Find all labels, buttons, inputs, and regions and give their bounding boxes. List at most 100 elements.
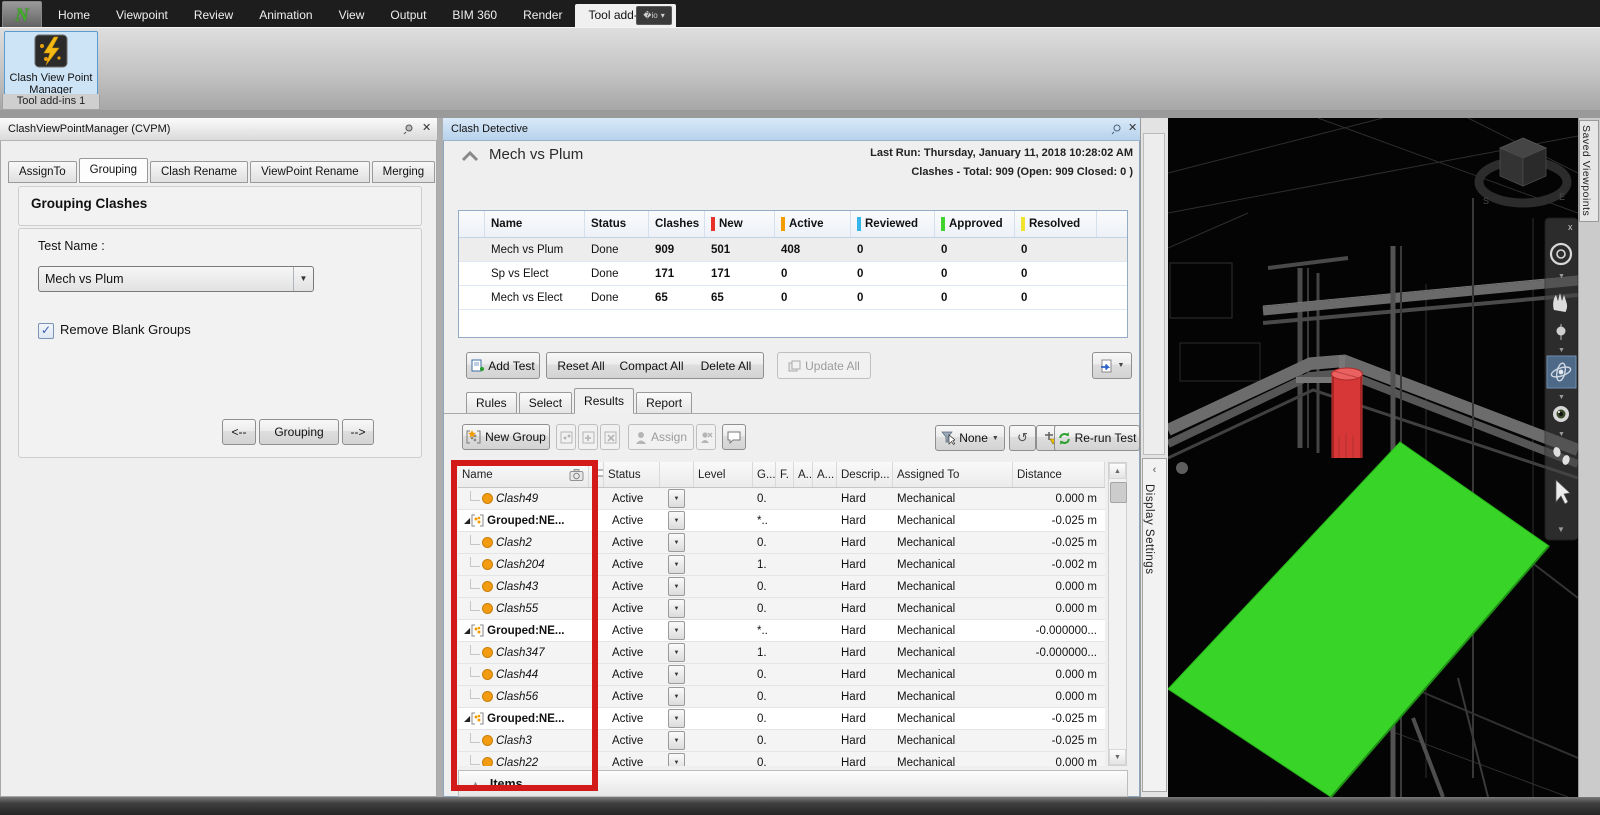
results-clash-row[interactable]: Clash56 Active ▼ 0. Hard Mechanical 0.000 m	[458, 686, 1105, 708]
close-icon[interactable]: x	[1568, 222, 1573, 232]
results-col-status[interactable]: Status	[604, 462, 660, 487]
ribbon-tab-render[interactable]: Render	[510, 4, 575, 27]
ribbon-tab-output[interactable]: Output	[377, 4, 439, 27]
results-col-level[interactable]: Level	[694, 462, 753, 487]
results-clash-row[interactable]: Clash43 Active ▼ 0. Hard Mechanical 0.000 m	[458, 576, 1105, 598]
cvpm-tab-merging[interactable]: Merging	[371, 161, 436, 183]
results-clash-row[interactable]: Clash204 Active ▼ 1. Hard Mechanical -0.002 m	[458, 554, 1105, 576]
rerun-test-button[interactable]: Re-run Test	[1054, 425, 1140, 451]
compact-all-button[interactable]: Compact All	[613, 352, 691, 379]
results-group-row[interactable]: ◢ Grouped:NE... Active ▼ *.. Hard Mechanical -0…	[458, 510, 1105, 532]
summary-col-reviewed[interactable]: Reviewed	[851, 211, 935, 237]
results-clash-row[interactable]: Clash3 Active ▼ 0. Hard Mechanical -0.025 m	[458, 730, 1105, 752]
results-clash-row[interactable]: Clash347 Active ▼ 1. Hard Mechanical -0.000000…	[458, 642, 1105, 664]
status-dropdown-button[interactable]: ▼	[668, 555, 685, 574]
cvpm-tab-viewpoint-rename[interactable]: ViewPoint Rename	[250, 161, 370, 183]
results-group-row[interactable]: ◢ Grouped:NE... Active ▼ 0. Hard Mechanical -0.…	[458, 708, 1105, 730]
results-clash-row[interactable]: Clash49 Active ▼ 0. Hard Mechanical 0.000 m	[458, 488, 1105, 510]
summary-col-active[interactable]: Active	[775, 211, 851, 237]
tree-expanded-icon[interactable]: ◢	[464, 714, 470, 723]
display-settings-tab[interactable]: ‹ Display Settings	[1142, 458, 1167, 792]
status-dropdown-button[interactable]: ▼	[668, 709, 685, 728]
cd-tab-report[interactable]: Report	[636, 392, 693, 414]
summary-row[interactable]: Mech vs Elect Done 65 65 0 0 0 0	[459, 286, 1127, 310]
clash-cylinder[interactable]	[1331, 367, 1363, 458]
export-report-button[interactable]: ▼	[1092, 352, 1132, 379]
collapse-chevron-icon[interactable]	[461, 150, 479, 162]
new-group-button[interactable]: New Group	[462, 424, 550, 450]
summary-col-name[interactable]: Name	[485, 211, 585, 237]
tree-expanded-icon[interactable]: ◢	[464, 626, 470, 635]
results-col-f[interactable]: F.	[776, 462, 794, 487]
reset-all-button[interactable]: Reset All	[546, 352, 616, 379]
ribbon-tab-bim-360[interactable]: BIM 360	[439, 4, 510, 27]
saved-viewpoints-tab[interactable]: Saved Viewpoints	[1579, 120, 1599, 222]
orbit-icon[interactable]	[1546, 355, 1577, 389]
summary-row[interactable]: Mech vs Plum Done 909 501 408 0 0 0	[459, 238, 1127, 262]
status-dropdown-button[interactable]: ▼	[668, 731, 685, 750]
ribbon-collapse-button[interactable]: �io ▾	[636, 6, 672, 25]
summary-col-approved[interactable]: Approved	[935, 211, 1015, 237]
scrollbar-thumb[interactable]	[1110, 482, 1127, 503]
application-menu-button[interactable]: N	[2, 1, 42, 30]
pin-icon[interactable]	[1111, 124, 1122, 135]
clash-view-point-manager-button[interactable]: Clash View Point Manager	[4, 31, 98, 96]
close-icon[interactable]: ✕	[422, 123, 431, 134]
scroll-down-icon[interactable]: ▼	[1109, 749, 1126, 765]
status-dropdown-button[interactable]: ▼	[668, 753, 685, 766]
test-name-dropdown[interactable]: Mech vs Plum ▼	[38, 266, 314, 292]
3d-viewport[interactable]: S E x ▼ ▼ ▼ ▼ ▼	[1168, 118, 1578, 797]
results-col-asgn[interactable]: Assigned To	[893, 462, 1013, 487]
results-clash-row[interactable]: Clash2 Active ▼ 0. Hard Mechanical -0.025 m	[458, 532, 1105, 554]
summary-col-resolved[interactable]: Resolved	[1015, 211, 1097, 237]
items-section-bar[interactable]: ▲ Items	[458, 770, 1128, 797]
add-comment-button[interactable]	[722, 424, 746, 450]
results-col-name[interactable]: Name	[458, 462, 589, 487]
back-button[interactable]: <--	[222, 419, 256, 445]
cd-tab-rules[interactable]: Rules	[466, 392, 517, 414]
pin-icon[interactable]	[403, 124, 414, 135]
results-scrollbar[interactable]: ▲ ▼	[1108, 462, 1127, 766]
results-col-sbtn[interactable]	[660, 462, 694, 487]
status-dropdown-button[interactable]: ▼	[668, 577, 685, 596]
navigation-toolbar[interactable]: x ▼ ▼ ▼ ▼ ▼	[1544, 217, 1578, 541]
cvpm-tab-clash-rename[interactable]: Clash Rename	[149, 161, 249, 183]
status-dropdown-button[interactable]: ▼	[668, 621, 685, 640]
tree-expanded-icon[interactable]: ◢	[464, 516, 470, 525]
clash-detective-titlebar[interactable]: Clash Detective ✕	[443, 118, 1140, 141]
look-around-eye-icon[interactable]	[1553, 406, 1569, 422]
filter-dropdown[interactable]: None ▼	[935, 425, 1005, 451]
status-dropdown-button[interactable]: ▼	[668, 643, 685, 662]
cvpm-tab-grouping[interactable]: Grouping	[78, 158, 148, 183]
results-col-desc[interactable]: Descrip...	[837, 462, 893, 487]
forward-button[interactable]: -->	[342, 419, 374, 445]
status-dropdown-button[interactable]: ▼	[668, 687, 685, 706]
results-clash-row[interactable]: Clash44 Active ▼ 0. Hard Mechanical 0.000 m	[458, 664, 1105, 686]
remove-blank-groups-checkbox[interactable]: ✓	[38, 323, 54, 339]
summary-col-clashes[interactable]: Clashes	[649, 211, 705, 237]
status-dropdown-button[interactable]: ▼	[668, 665, 685, 684]
results-clash-row[interactable]: Clash22 Active ▼ 0. Hard Mechanical 0.000 m	[458, 752, 1105, 766]
results-col-g[interactable]: G...	[753, 462, 776, 487]
results-col-dist[interactable]: Distance	[1013, 462, 1105, 487]
cvpm-panel-titlebar[interactable]: ClashViewPointManager (CVPM) ✕	[0, 118, 437, 141]
results-clash-row[interactable]: Clash55 Active ▼ 0. Hard Mechanical 0.000 m	[458, 598, 1105, 620]
summary-row[interactable]: Sp vs Elect Done 171 171 0 0 0 0	[459, 262, 1127, 286]
summary-col-new[interactable]: New	[705, 211, 775, 237]
ribbon-tab-view[interactable]: View	[326, 4, 378, 27]
ribbon-tab-review[interactable]: Review	[181, 4, 246, 27]
undo-button[interactable]: ↺	[1009, 425, 1036, 451]
close-icon[interactable]: ✕	[1128, 123, 1137, 134]
ribbon-tab-animation[interactable]: Animation	[246, 4, 325, 27]
ribbon-tab-viewpoint[interactable]: Viewpoint	[103, 4, 181, 27]
ribbon-tab-home[interactable]: Home	[45, 4, 103, 27]
status-dropdown-button[interactable]: ▼	[668, 533, 685, 552]
results-col-cmt[interactable]	[589, 462, 604, 487]
cvpm-tab-assignto[interactable]: AssignTo	[8, 161, 77, 183]
scroll-up-icon[interactable]: ▲	[1109, 463, 1126, 479]
summary-col-status[interactable]: Status	[585, 211, 649, 237]
delete-all-button[interactable]: Delete All	[689, 352, 764, 379]
cd-tab-results[interactable]: Results	[574, 388, 635, 414]
grouping-button[interactable]: Grouping	[259, 419, 339, 445]
cd-tab-select[interactable]: Select	[518, 392, 573, 414]
